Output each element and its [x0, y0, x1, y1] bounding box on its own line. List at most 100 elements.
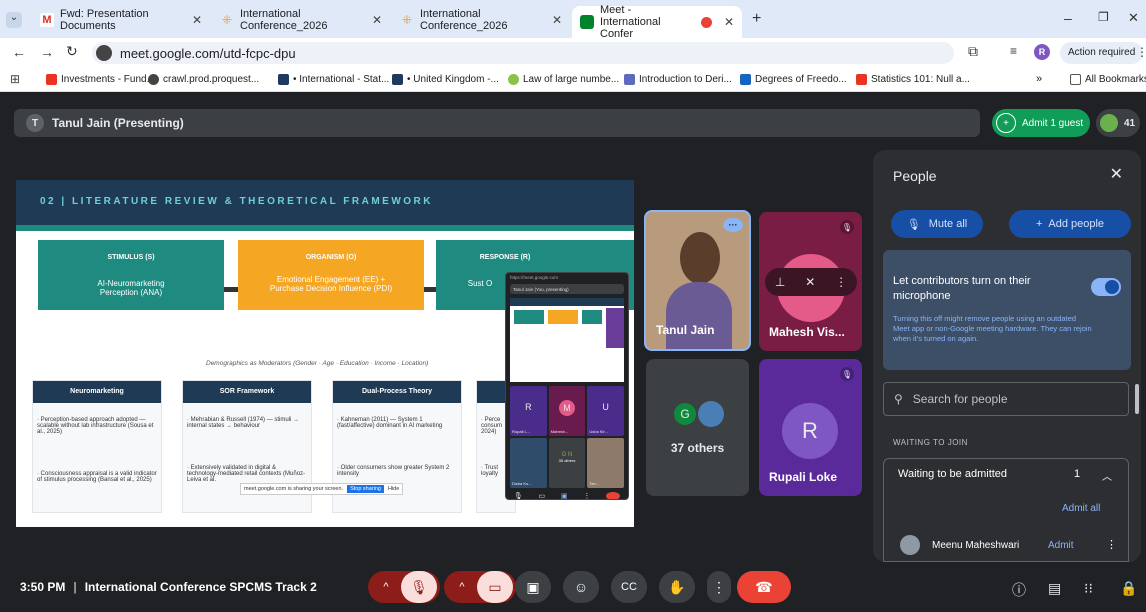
tab-conference-2[interactable]: ⁜ International Conference_2026 ✕ [392, 6, 570, 34]
setting-desc: Turning this off might remove people usi… [893, 314, 1092, 343]
restore-icon[interactable]: ❐ [1098, 10, 1109, 24]
menu-icon[interactable]: ⋮ [1136, 45, 1146, 59]
statista-icon [392, 74, 403, 85]
pip-tile: R Rupali L... [510, 386, 547, 436]
mic-group: ^ 🎙 [368, 571, 440, 603]
more-options-icon[interactable]: ··· [723, 218, 743, 232]
close-icon[interactable]: ✕ [1110, 164, 1123, 184]
bookmark-7[interactable]: Statistics 101: Null a... [856, 74, 970, 85]
mute-all-button[interactable]: 🎙 Mute all [891, 210, 983, 238]
bookmark-3[interactable]: • United Kingdom -... [392, 74, 499, 85]
tab-search-chevron-icon[interactable]: ⌄ [6, 12, 22, 28]
close-icon[interactable]: ✕ [372, 13, 382, 27]
tile-rupali[interactable]: 🎙 R Rupali Loke [759, 359, 862, 496]
close-icon[interactable]: ✕ [724, 15, 734, 29]
chevron-up-icon[interactable]: ^ [447, 581, 477, 593]
admit-button[interactable]: Admit [1048, 540, 1074, 551]
activities-icon[interactable]: ⁝⁝ [1084, 580, 1093, 597]
close-icon[interactable]: ✕ [552, 13, 562, 27]
add-people-button[interactable]: + Add people [1009, 210, 1131, 238]
profile-avatar[interactable]: R [1034, 44, 1050, 60]
waiting-label[interactable]: Waiting to be admitted [898, 468, 1007, 480]
tab-meet[interactable]: Meet - International Confer ✕ [572, 4, 742, 40]
action-required-button[interactable]: Action required [1060, 42, 1144, 64]
forward-icon[interactable]: → [40, 44, 54, 60]
pin-icon[interactable]: ⊥ [775, 275, 785, 289]
pip-tile: Tan... [587, 438, 624, 488]
more-icon[interactable]: ⋮ [583, 492, 590, 499]
tile-tanul[interactable]: ··· Tanul Jain [644, 210, 751, 351]
emoji-icon[interactable]: ☺ [563, 571, 599, 603]
host-controls-icon[interactable]: 🔒 [1120, 580, 1137, 597]
pip-controls: 🎙 ▭ ▣ ⋮ [506, 492, 628, 499]
mic-icon[interactable]: 🎙 [514, 492, 523, 499]
tile-others[interactable]: G 37 others [646, 359, 749, 496]
captions-icon[interactable]: CC [611, 571, 647, 603]
present-icon[interactable]: ▣ [515, 571, 551, 603]
scrollbar[interactable] [1135, 384, 1139, 414]
minimize-icon[interactable]: – [1064, 10, 1072, 26]
more-options-icon[interactable]: ⋮ [707, 571, 731, 603]
admit-all-button[interactable]: Admit all [1062, 503, 1100, 514]
bookmark-5[interactable]: Introduction to Deri... [624, 74, 732, 85]
pip-window[interactable]: https://meet.google.com Tanul Jain (You,… [505, 272, 629, 500]
participants-avatars-icon [1100, 114, 1118, 132]
bookmark-label: Law of large numbe... [523, 74, 620, 85]
bookmark-1[interactable]: crawl.prod.proquest... [148, 74, 259, 85]
contributors-toggle[interactable] [1091, 278, 1121, 296]
tile-mahesh[interactable]: 🎙 ⊥ ✕ ⋮ Mahesh Vis... [759, 212, 862, 351]
leaf-icon [508, 74, 519, 85]
organism-title: ORGANISM (O) [305, 254, 357, 261]
bookmark-2[interactable]: • International - Stat... [278, 74, 389, 85]
stimulus-body: AI-Neuromarketing Perception (ANA) [97, 279, 165, 297]
site-info-icon[interactable] [96, 45, 112, 61]
apps-icon[interactable]: ⊞ [10, 72, 20, 86]
leave-call-icon[interactable]: ☎ [737, 571, 791, 603]
card-title: SOR Framework [183, 381, 311, 403]
participant-name: Tanul Jain [656, 323, 715, 337]
admit-guest-button[interactable]: + Admit 1 guest [992, 109, 1090, 137]
close-icon[interactable]: ✕ [192, 13, 202, 27]
hangup-icon[interactable] [606, 492, 621, 499]
participant-body [666, 282, 732, 349]
chevron-up-icon[interactable]: ^ [371, 581, 401, 593]
youtube-icon [46, 74, 57, 85]
tab-gmail[interactable]: M Fwd: Presentation Documents ✕ [32, 6, 210, 34]
mic-off-icon[interactable]: 🎙 [401, 571, 437, 603]
card-text: · Consciousness appraisal is a valid ind… [37, 471, 157, 483]
search-input[interactable]: ⚲ Search for people [883, 382, 1129, 416]
chevron-up-icon[interactable]: ︿ [1102, 468, 1112, 483]
new-tab-icon[interactable]: + [752, 10, 761, 28]
more-icon[interactable]: ⋮ [1106, 538, 1117, 551]
chat-icon[interactable]: ▤ [1048, 580, 1061, 597]
reload-icon[interactable]: ↻ [66, 43, 78, 60]
hide-button[interactable]: Hide [388, 486, 399, 492]
back-icon[interactable]: ← [12, 44, 26, 60]
address-input[interactable]: meet.google.com/utd-fcpc-dpu [92, 42, 954, 64]
present-icon[interactable]: ▣ [561, 492, 568, 499]
bookmark-0[interactable]: Investments - Fund... [46, 74, 155, 85]
avatar: R [782, 403, 838, 459]
url-text: meet.google.com/utd-fcpc-dpu [120, 45, 296, 61]
participant-name: Mahesh Vis... [769, 325, 845, 339]
stop-sharing-button[interactable]: Stop sharing [347, 485, 384, 493]
all-bookmarks[interactable]: All Bookmarks [1070, 74, 1146, 85]
participants-button[interactable]: 41 [1096, 109, 1140, 137]
extensions-icon[interactable]: ⧉ [968, 43, 978, 60]
mute-icon[interactable]: ✕ [805, 275, 815, 289]
bookmark-label: All Bookmarks [1085, 74, 1146, 85]
reading-list-icon[interactable]: ≡ [1010, 44, 1017, 58]
raise-hand-icon[interactable]: ✋ [659, 571, 695, 603]
more-icon[interactable]: ⋮ [835, 275, 847, 289]
tab-conference-1[interactable]: ⁜ International Conference_2026 ✕ [212, 6, 390, 34]
camera-off-icon[interactable]: ▭ [477, 571, 513, 603]
bookmarks-overflow[interactable]: » [1036, 73, 1042, 85]
tile-actions[interactable]: ⊥ ✕ ⋮ [765, 268, 857, 296]
search-icon: ⚲ [894, 392, 903, 406]
slide-divider [16, 225, 634, 231]
bookmark-6[interactable]: Degrees of Freedo... [740, 74, 847, 85]
bookmark-4[interactable]: Law of large numbe... [508, 74, 619, 85]
info-icon[interactable]: ⓘ [1012, 580, 1026, 600]
camera-icon[interactable]: ▭ [539, 492, 546, 499]
window-close-icon[interactable]: ✕ [1128, 10, 1139, 26]
